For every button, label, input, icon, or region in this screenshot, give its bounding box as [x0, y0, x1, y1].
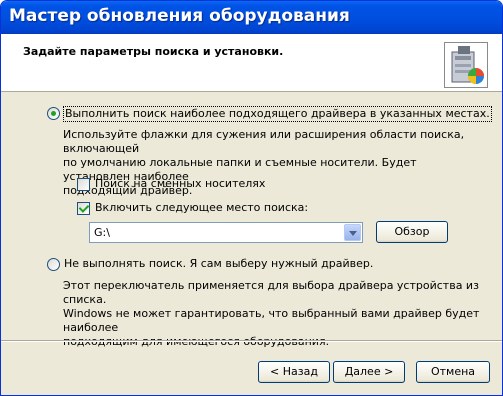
- manual-option-description: Этот переключатель применяется для выбор…: [63, 279, 483, 349]
- search-option-radio[interactable]: [47, 107, 60, 120]
- window-title: Мастер обновления оборудования: [9, 6, 350, 26]
- removable-media-label[interactable]: Поиск на сменных носителях: [95, 177, 265, 191]
- manual-description-line: Windows не может гарантировать, что выбр…: [63, 307, 480, 334]
- search-option-label[interactable]: Выполнить поиск наиболее подходящего дра…: [63, 106, 492, 122]
- browse-button[interactable]: Обзор: [376, 221, 448, 243]
- wizard-footer: < Назад Далее > Отмена: [1, 342, 502, 395]
- search-location-value[interactable]: G:\: [94, 226, 110, 239]
- wizard-header: Задайте параметры поиска и установки.: [1, 34, 502, 92]
- title-bar[interactable]: Мастер обновления оборудования: [1, 1, 502, 34]
- wizard-body: Выполнить поиск наиболее подходящего дра…: [1, 92, 502, 348]
- next-button[interactable]: Далее >: [333, 361, 405, 383]
- manual-option-label[interactable]: Не выполнять поиск. Я сам выберу нужный …: [64, 257, 373, 271]
- include-location-checkbox[interactable]: [77, 202, 90, 215]
- manual-description-line: Этот переключатель применяется для выбор…: [63, 279, 479, 306]
- hardware-wizard-icon: [444, 42, 488, 88]
- include-location-label[interactable]: Включить следующее место поиска:: [95, 201, 308, 215]
- wizard-window: Мастер обновления оборудования Задайте п…: [0, 0, 503, 396]
- chevron-down-icon[interactable]: [344, 224, 361, 241]
- search-description-line: Используйте флажки для сужения или расши…: [63, 128, 465, 155]
- cancel-button[interactable]: Отмена: [416, 361, 490, 383]
- manual-option-radio[interactable]: [47, 258, 60, 271]
- search-location-combobox[interactable]: G:\: [89, 222, 363, 243]
- back-button[interactable]: < Назад: [258, 361, 330, 383]
- removable-media-checkbox[interactable]: [77, 178, 90, 191]
- header-title: Задайте параметры поиска и установки.: [23, 45, 284, 58]
